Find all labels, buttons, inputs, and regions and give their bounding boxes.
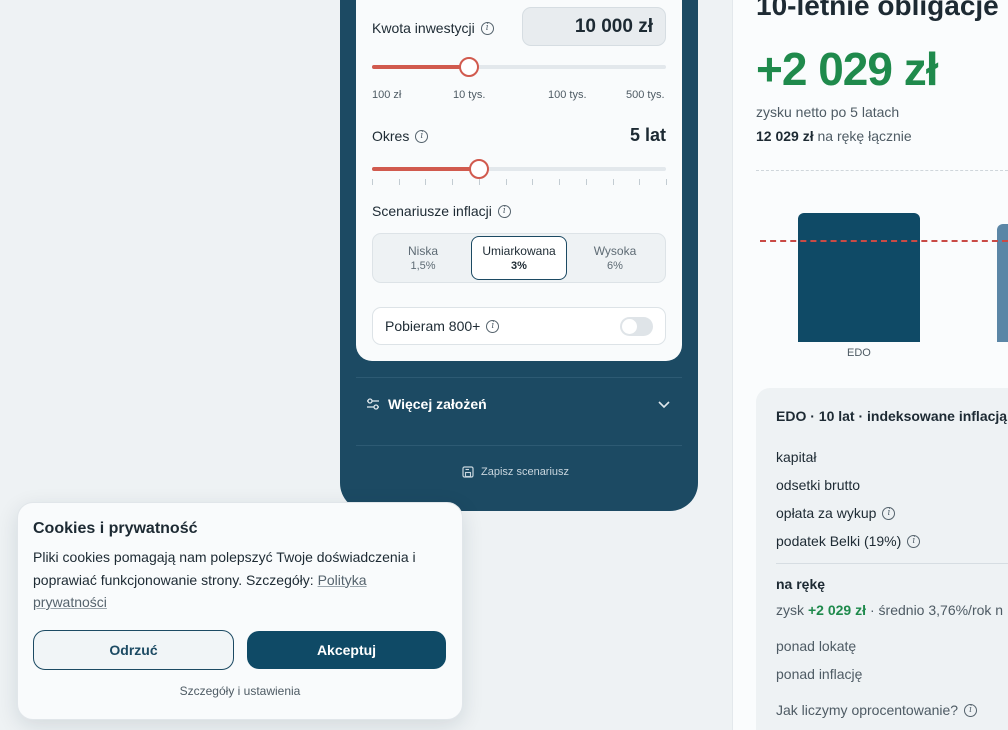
period-tick <box>532 179 534 185</box>
edo-bar[interactable] <box>798 213 920 342</box>
chevron-down-icon[interactable] <box>658 398 670 412</box>
period-tick <box>639 179 641 185</box>
info-icon[interactable]: i <box>497 204 511 218</box>
period-tick <box>559 179 561 185</box>
breakdown-row: opłata za wykup i <box>776 505 896 521</box>
info-icon[interactable]: i <box>964 703 978 717</box>
period-slider-thumb[interactable] <box>469 159 489 179</box>
amount-slider-fill <box>372 65 470 69</box>
benefit-toggle-row[interactable]: Pobieram 800+ i <box>372 307 666 345</box>
amount-tick-label: 500 tys. <box>626 89 665 101</box>
cookie-text: Pliki cookies pomagają nam polepszyć Two… <box>33 549 416 610</box>
inflation-line <box>760 240 1008 242</box>
info-icon[interactable]: i <box>486 319 500 333</box>
amount-tick-label: 10 tys. <box>453 89 486 101</box>
breakdown-row: odsetki brutto <box>776 477 861 493</box>
inflation-option-moderate[interactable]: Umiarkowana 3% <box>471 236 567 280</box>
inflation-label: Scenariusze inflacji i <box>372 203 511 219</box>
breakdown-row: kapitał <box>776 449 817 465</box>
period-tick <box>452 179 454 185</box>
amount-input[interactable]: 10 000 zł <box>522 7 666 46</box>
divider <box>756 170 1008 171</box>
how-calc-link[interactable]: Jak liczymy oprocentowanie? i <box>776 702 978 718</box>
breakdown-heading: EDO · 10 lat · indeksowane inflacją <box>776 408 1008 424</box>
vs-inflation-row: ponad inflację <box>776 666 863 682</box>
period-tick <box>398 179 400 185</box>
accept-button[interactable]: Akceptuj <box>247 631 446 669</box>
period-tick <box>478 179 480 185</box>
cookie-settings-link[interactable]: Szczegóły i ustawienia <box>0 684 480 698</box>
results-title: 10-letnie obligacje <box>756 0 999 21</box>
period-tick <box>505 179 507 185</box>
save-icon <box>462 466 474 478</box>
divider <box>356 445 682 446</box>
total-payout: 12 029 zł na rękę łącznie <box>756 128 912 144</box>
info-icon[interactable]: i <box>882 506 896 520</box>
inflation-option-low[interactable]: Niska 1,5% <box>375 234 471 282</box>
amount-tick-label: 100 zł <box>372 89 402 101</box>
period-tick <box>585 179 587 185</box>
divider <box>356 377 682 378</box>
period-tick <box>425 179 427 185</box>
net-gain-value: +2 029 zł <box>756 43 939 95</box>
breakdown-row: podatek Belki (19%) i <box>776 533 921 549</box>
save-scenario-button[interactable]: Zapisz scenariusz <box>462 466 569 478</box>
inflation-scenarios: Niska 1,5% Umiarkowana 3% Wysoka 6% <box>372 233 666 283</box>
info-icon[interactable]: i <box>480 21 494 35</box>
period-value: 5 lat <box>629 125 666 145</box>
amount-tick-label: 100 tys. <box>548 89 587 101</box>
period-slider-fill <box>372 167 479 171</box>
period-tick <box>372 179 373 185</box>
benefit-toggle-switch[interactable] <box>620 317 653 336</box>
net-label: na rękę <box>776 576 826 592</box>
bar-label: EDO <box>847 347 871 359</box>
cookie-title: Cookies i prywatność <box>33 520 198 537</box>
amount-label: Kwota inwestycji i <box>372 20 494 36</box>
period-tick <box>612 179 614 185</box>
more-assumptions-button[interactable]: Więcej założeń <box>366 396 487 412</box>
period-tick <box>666 179 667 185</box>
benefit-toggle-label: Pobieram 800+ <box>385 318 481 334</box>
reject-button[interactable]: Odrzuć <box>33 630 234 670</box>
net-gain-caption: zysku netto po 5 latach <box>756 104 900 120</box>
sliders-icon <box>367 398 379 410</box>
divider <box>776 563 1008 564</box>
inflation-option-high[interactable]: Wysoka 6% <box>567 234 663 282</box>
vs-deposit-row: ponad lokatę <box>776 638 857 654</box>
info-icon[interactable]: i <box>907 534 921 548</box>
amount-slider-thumb[interactable] <box>459 57 480 77</box>
gain-summary: zysk +2 029 zł · średnio 3,76%/rok n <box>776 602 1004 618</box>
